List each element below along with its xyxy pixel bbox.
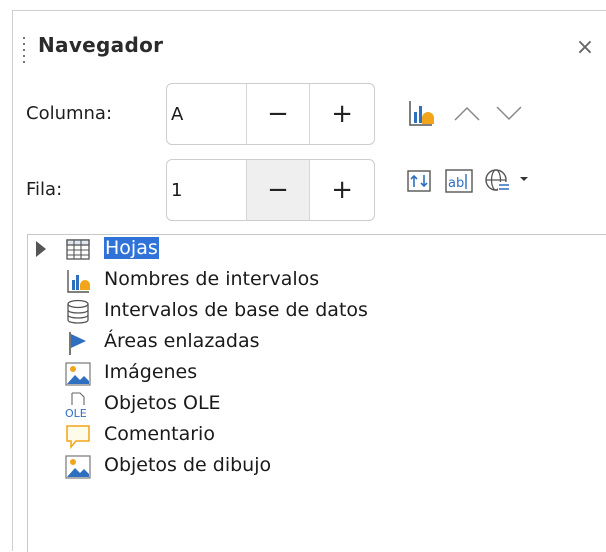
column-spinbox: A − + bbox=[166, 83, 375, 145]
sheets-icon bbox=[64, 237, 92, 263]
range-names-icon[interactable] bbox=[405, 97, 437, 129]
title-bar: Navegador × bbox=[13, 11, 606, 73]
range-names-icon bbox=[64, 268, 92, 294]
chevron-down-icon[interactable] bbox=[493, 99, 525, 127]
contents-icon[interactable]: ab bbox=[441, 165, 477, 197]
ole-icon: OLE bbox=[64, 392, 92, 420]
navigator-panel: Navegador × Columna: A − + Fila: 1 − + a… bbox=[12, 10, 606, 552]
expand-arrow-icon[interactable] bbox=[36, 241, 46, 257]
tree-item-label: Áreas enlazadas bbox=[104, 330, 260, 352]
tree-item-label: Imágenes bbox=[104, 361, 198, 383]
image-icon bbox=[64, 361, 92, 387]
drag-mode-icon[interactable] bbox=[481, 165, 515, 197]
column-increment-button[interactable]: + bbox=[310, 84, 374, 144]
row-label: Fila: bbox=[26, 179, 63, 200]
row-spinbox: 1 − + bbox=[166, 159, 375, 221]
column-input[interactable]: A bbox=[167, 84, 247, 144]
drawing-icon bbox=[64, 454, 92, 480]
dropdown-arrow-icon[interactable] bbox=[517, 171, 531, 187]
toggle-icon[interactable] bbox=[403, 165, 435, 197]
comment-icon bbox=[64, 423, 92, 450]
chevron-up-icon[interactable] bbox=[451, 99, 483, 127]
tree-item-label: Comentario bbox=[104, 423, 215, 445]
tree-item-label: Nombres de intervalos bbox=[104, 268, 320, 290]
column-label: Columna: bbox=[26, 103, 113, 124]
tree-item-label: Intervalos de base de datos bbox=[104, 299, 368, 321]
tree-item-label: Objetos OLE bbox=[104, 392, 221, 414]
grip-handle[interactable] bbox=[23, 37, 26, 63]
column-decrement-button[interactable]: − bbox=[247, 84, 311, 144]
close-icon[interactable]: × bbox=[574, 37, 596, 59]
flag-icon bbox=[64, 330, 92, 356]
svg-text:OLE: OLE bbox=[65, 407, 87, 418]
row-increment-button[interactable]: + bbox=[310, 160, 374, 220]
database-icon bbox=[64, 299, 92, 325]
navigator-tree: Hojas Nombres de intervalos Intervalos d… bbox=[27, 234, 606, 552]
row-input[interactable]: 1 bbox=[167, 160, 247, 220]
panel-title: Navegador bbox=[38, 33, 164, 57]
tree-item-label: Objetos de dibujo bbox=[104, 454, 272, 476]
row-decrement-button[interactable]: − bbox=[246, 160, 311, 220]
svg-text:ab: ab bbox=[448, 176, 464, 191]
tree-item-label: Hojas bbox=[104, 237, 159, 259]
